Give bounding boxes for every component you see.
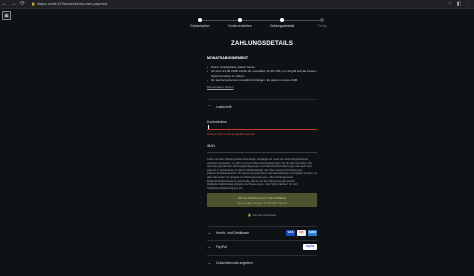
app-logo-icon[interactable]: ▣: [2, 11, 11, 20]
page-title: ZAHLUNGSDETAILS: [231, 40, 293, 47]
amex-icon: AMEX: [308, 229, 317, 236]
paypal-method-toggle[interactable]: ⌄ PayPal PayPal: [207, 243, 317, 250]
card-method-toggle[interactable]: ⌄ Kredit- und Debitkarte VISA MC AMEX: [207, 229, 317, 236]
text-caret: [208, 125, 209, 129]
chevron-down-icon: ⌄: [207, 244, 212, 249]
step-label: Zahlungsdetails: [269, 24, 295, 28]
voucher-label: Gutscheincode angeben: [216, 260, 253, 265]
voucher-toggle[interactable]: ⌄ Gutscheincode angeben: [207, 260, 317, 265]
divider: [207, 226, 317, 227]
plan-bullets: Deine Gratisphase startet heute. Ab dem …: [207, 65, 317, 83]
direct-debit-label: Lastschrift: [216, 104, 232, 109]
step-subscription: Subscription: [180, 16, 220, 28]
lock-icon: 🔒: [31, 2, 36, 6]
step-dot: [238, 18, 242, 22]
step-done: Fertig: [302, 16, 342, 28]
iban-label: IBAN: [207, 144, 215, 148]
divider: [207, 255, 317, 256]
list-item: Du kannst jederzeit monatlich kündigen. …: [207, 78, 317, 83]
divider: [207, 240, 317, 241]
menu-icon[interactable]: ⋮: [465, 1, 471, 7]
mastercard-icon: MC: [297, 229, 306, 236]
account-holder-input[interactable]: [207, 125, 317, 130]
forward-icon[interactable]: →: [9, 0, 18, 9]
submit-label: MITGLIEDSCHAFT BEGINNEN: [238, 196, 286, 200]
step-payment: Zahlungsdetails: [262, 16, 302, 28]
step-label: Subscription: [190, 24, 210, 28]
paypal-method-label: PayPal: [216, 244, 227, 249]
secure-checkout-label: Secure Checkout: [252, 213, 277, 217]
browser-actions: ☆ ◧ ⋮: [447, 1, 471, 7]
divider: [207, 99, 317, 100]
checkout-stepper: Subscription Konto erstellen Zahlungsdet…: [190, 16, 330, 30]
chevron-up-icon: ⌃: [207, 104, 212, 109]
step-dot: [198, 18, 202, 22]
address-bar-url: diaprc.co/de-CH/account/new-user-payment: [37, 2, 108, 6]
card-badges: VISA MC AMEX: [286, 229, 317, 236]
card-method-label: Kredit- und Debitkarte: [216, 230, 249, 235]
step-account: Konto erstellen: [220, 16, 260, 28]
plan-heading: MONATSABONNEMENT: [207, 56, 249, 60]
iban-input[interactable]: [207, 152, 317, 153]
lock-icon: 🔒: [247, 213, 252, 217]
back-icon[interactable]: ←: [0, 0, 9, 9]
step-label: Fertig: [317, 24, 327, 28]
account-holder-error: Dieses Feld muss ausgefüllt werden.: [207, 132, 257, 136]
address-bar[interactable]: 🔒 diaprc.co/de-CH/account/new-user-payme…: [31, 1, 181, 7]
start-membership-button[interactable]: MITGLIEDSCHAFT BEGINNEN Heute gratis, da…: [207, 193, 317, 207]
step-label: Konto erstellen: [228, 24, 252, 28]
reload-icon[interactable]: ⟳: [18, 0, 27, 9]
paypal-badges: PayPal: [303, 243, 317, 250]
visa-icon: VISA: [286, 229, 295, 236]
legal-text: Indem du dein Zahlungsmittel hinterlegst…: [207, 158, 317, 190]
paypal-icon: PayPal: [303, 243, 317, 250]
secure-checkout-note: 🔒 Secure Checkout: [207, 213, 317, 217]
list-item: Ab dem 23.06.2026 zahlst du monatlich 11…: [207, 69, 317, 78]
chevron-down-icon: ⌄: [207, 230, 212, 235]
direct-debit-section-toggle[interactable]: ⌃ Lastschrift: [207, 104, 317, 109]
details-link[interactable]: Mindestalter prüfen: [207, 85, 317, 89]
account-holder-label: Kontoinhaber: [207, 120, 228, 124]
bookmark-icon[interactable]: ☆: [447, 1, 453, 7]
submit-sublabel: Heute gratis, danach 11,90 CHF / Monat: [236, 201, 287, 205]
extensions-icon[interactable]: ◧: [456, 1, 462, 7]
step-dot: [320, 18, 324, 22]
browser-toolbar: ← → ⟳ 🔒 diaprc.co/de-CH/account/new-user…: [0, 0, 474, 9]
chevron-down-icon: ⌄: [207, 260, 212, 265]
payment-summary: ZAHLUNGSDETAILS MONATSABONNEMENT Deine G…: [207, 40, 317, 89]
step-dot: [280, 18, 284, 22]
